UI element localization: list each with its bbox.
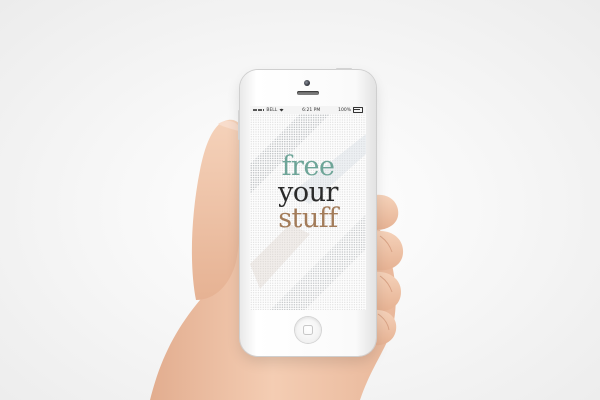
power-button	[336, 68, 352, 70]
wifi-icon	[279, 108, 284, 112]
volume-buttons	[238, 110, 240, 140]
product-photo: BELL 6:21 PM 100% free your stuff	[0, 0, 600, 400]
status-right: 100%	[338, 107, 363, 113]
home-button-icon	[303, 325, 313, 335]
earpiece-speaker	[297, 91, 319, 95]
app-logo: free your stuff	[250, 153, 366, 234]
status-left: BELL	[253, 108, 284, 113]
battery-icon	[352, 107, 363, 113]
front-camera-icon	[304, 80, 310, 86]
logo-word-stuff: stuff	[278, 203, 338, 234]
carrier-label: BELL	[266, 107, 278, 113]
status-time: 6:21 PM	[302, 107, 321, 113]
smartphone: BELL 6:21 PM 100% free your stuff	[238, 68, 376, 356]
phone-screen[interactable]: BELL 6:21 PM 100% free your stuff	[250, 106, 366, 310]
home-button[interactable]	[295, 317, 321, 343]
signal-dots-icon	[253, 109, 265, 111]
status-bar: BELL 6:21 PM 100%	[250, 106, 366, 114]
battery-percent: 100%	[338, 107, 351, 113]
